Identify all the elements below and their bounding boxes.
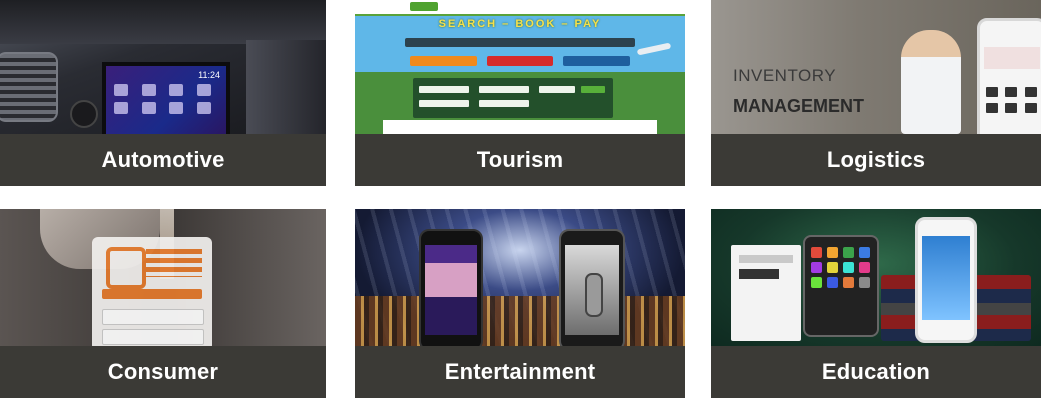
entertainment-image [355, 209, 685, 346]
brand-logo [106, 247, 146, 289]
phone-mockup [977, 18, 1041, 134]
tablet-mockup [803, 235, 879, 337]
tourism-image: SEARCH – BOOK – PAY [355, 0, 685, 134]
tablet-app-grid [811, 247, 871, 288]
phone-recorder [559, 229, 625, 346]
form-field [419, 86, 469, 93]
form-field [479, 86, 529, 93]
dashboard-right-panel [246, 40, 326, 134]
promo-strip [383, 120, 657, 134]
dashboard-top [0, 0, 326, 44]
site-slogan [405, 38, 635, 47]
tile-logistics[interactable]: INVENTORY MANAGEMENT Logistics [711, 0, 1041, 186]
logistics-image: INVENTORY MANAGEMENT [711, 0, 1041, 134]
app-icon [827, 247, 838, 258]
recorder-screen [565, 245, 619, 335]
tile-label: Logistics [826, 147, 926, 172]
worker-figure [901, 30, 961, 134]
app-icon [196, 84, 211, 96]
form-field [479, 100, 529, 107]
password-field-graphic [102, 329, 204, 345]
app-icon [196, 102, 211, 114]
app-icon [169, 84, 183, 96]
phone-app-grid [986, 87, 1038, 113]
app-icon [827, 262, 838, 273]
caption-bar: Entertainment [355, 346, 685, 398]
login-card [92, 237, 212, 346]
airline-logo [486, 56, 554, 66]
phone-mockup [915, 217, 977, 343]
airline-logo [563, 56, 631, 66]
app-icon [859, 247, 870, 258]
tile-label: Tourism [476, 147, 564, 172]
app-icon [859, 262, 870, 273]
app-icon [1005, 103, 1018, 113]
product-box [731, 245, 801, 341]
form-field [539, 86, 575, 93]
app-icon [1024, 87, 1037, 97]
phone-screen [922, 236, 970, 320]
app-icon [114, 84, 128, 96]
email-field-graphic [102, 309, 204, 325]
tile-entertainment[interactable]: Entertainment [355, 209, 685, 398]
airline-logo [410, 56, 477, 66]
brand-wordmark [146, 249, 202, 277]
app-icon [843, 247, 854, 258]
screen-clock: 11:24 [198, 70, 220, 80]
app-icon [141, 102, 156, 114]
box-brand [739, 269, 779, 279]
app-icon [141, 84, 156, 96]
volume-knob [70, 100, 98, 128]
image-text-line1: INVENTORY [733, 66, 837, 85]
automotive-image: 11:24 [0, 0, 326, 134]
caption-bar: Consumer [0, 346, 326, 398]
app-icon [827, 277, 838, 288]
app-icon [1005, 87, 1018, 97]
site-header [355, 0, 685, 16]
flight-search-form [413, 78, 613, 118]
search-button-graphic [581, 86, 605, 93]
site-headline: SEARCH – BOOK – PAY [438, 18, 602, 30]
music-player-screen [425, 245, 477, 335]
tile-education[interactable]: Education [711, 209, 1041, 398]
app-icon [811, 247, 822, 258]
brand-tagline [102, 289, 202, 299]
app-icon [843, 262, 854, 273]
image-text-line2: MANAGEMENT [733, 96, 864, 116]
infotainment-screen: 11:24 [102, 62, 230, 134]
app-icon [811, 262, 822, 273]
app-icon [986, 103, 998, 113]
caption-bar: Automotive [0, 134, 326, 186]
app-icon [1024, 103, 1037, 113]
education-image [711, 209, 1041, 346]
caption-bar: Logistics [711, 134, 1041, 186]
app-icon [114, 102, 128, 114]
caption-bar: Tourism [355, 134, 685, 186]
airline-logos [410, 56, 631, 68]
consumer-image [0, 209, 326, 346]
air-vent [0, 52, 58, 122]
app-icon [843, 277, 854, 288]
tile-label: Education [821, 359, 931, 384]
phone-music-player [419, 229, 483, 346]
site-logo [410, 2, 438, 11]
tile-label: Consumer [107, 359, 219, 384]
app-icon [859, 277, 870, 288]
tile-consumer[interactable]: Consumer [0, 209, 326, 398]
box-label [739, 255, 793, 263]
tile-label: Entertainment [444, 359, 596, 384]
tile-tourism[interactable]: SEARCH – BOOK – PAY Tourism [355, 0, 685, 186]
form-field [419, 100, 469, 107]
screen-app-grid [114, 84, 218, 114]
app-icon [169, 102, 183, 114]
app-icon [811, 277, 822, 288]
crowd [355, 296, 685, 346]
tile-automotive[interactable]: 11:24 Automotive [0, 0, 326, 186]
phone-header [984, 47, 1040, 69]
tile-label: Automotive [101, 147, 225, 172]
app-icon [986, 87, 998, 97]
caption-bar: Education [711, 346, 1041, 398]
microphone-icon [585, 273, 603, 317]
